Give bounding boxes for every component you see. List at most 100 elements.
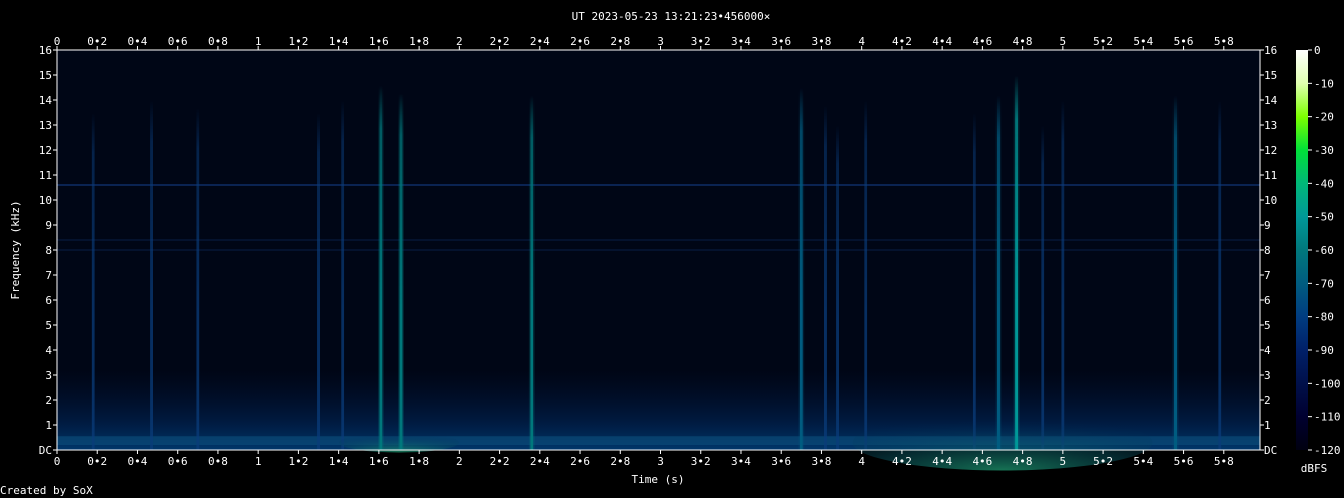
x-tick-label: 1•2 [288, 455, 308, 468]
x-tick-label: 3•6 [771, 35, 791, 48]
colorbar-tick-label: -80 [1314, 311, 1334, 324]
x-tick-label: 5•6 [1174, 455, 1194, 468]
x-tick-label: 0•6 [168, 455, 188, 468]
x-tick-label: 4•6 [972, 35, 992, 48]
x-tick-label: 0•6 [168, 35, 188, 48]
spectrogram-chart: UT 2023-05-23 13:21:23•456000× 0 0•2 0•4 0•… [0, 10, 1341, 497]
y-tick-label: 16 [1264, 44, 1277, 57]
x-tick-label: 4•2 [892, 35, 912, 48]
weak-event [1218, 100, 1222, 450]
x-tick-label: 0 [54, 35, 61, 48]
colorbar-tick-label: -20 [1314, 111, 1334, 124]
x-tick-label: 3•2 [691, 35, 711, 48]
chart-title: UT 2023-05-23 13:21:23•456000× [572, 10, 771, 23]
y-tick-label: 11 [1264, 169, 1277, 182]
x-tick-label: 0•4 [128, 455, 148, 468]
y-tick-label: 2 [1264, 394, 1271, 407]
colorbar-tick-label: -40 [1314, 177, 1334, 190]
weak-event [317, 112, 321, 450]
y-tick-label: 12 [39, 144, 52, 157]
weak-event [823, 105, 827, 450]
x-tick-label: 5•2 [1093, 35, 1113, 48]
y-tick-label: 10 [1264, 194, 1277, 207]
x-tick-label: 5•4 [1133, 35, 1153, 48]
strong-event [799, 87, 803, 450]
x-tick-label: 4•8 [1013, 35, 1033, 48]
strong-event [399, 92, 403, 450]
x-tick-label: 3 [657, 35, 664, 48]
colorbar-tick-label: -100 [1314, 377, 1341, 390]
x-tick-label: 4•2 [892, 455, 912, 468]
strong-event [530, 95, 534, 450]
colorbar-tick-label: -60 [1314, 244, 1334, 257]
x-tick-label: 3•8 [812, 35, 832, 48]
x-tick-label: 1•8 [409, 455, 429, 468]
x-tick-label: 2 [456, 455, 463, 468]
y-tick-label: 14 [39, 94, 53, 107]
x-tick-label: 4 [858, 35, 865, 48]
y-tick-label: 11 [39, 169, 52, 182]
y-axis-label: Frequency (kHz) [9, 200, 22, 299]
y-tick-label: 4 [1264, 344, 1271, 357]
weak-event [1061, 100, 1065, 450]
y-tick-label: 8 [45, 244, 52, 257]
weak-event [1041, 125, 1045, 450]
y-tick-label: 15 [1264, 69, 1277, 82]
x-tick-label: 1•6 [369, 455, 389, 468]
x-tick-label: 1•4 [329, 35, 349, 48]
y-tick-label: 6 [45, 294, 52, 307]
weak-event [341, 100, 345, 450]
strong-event [1174, 95, 1178, 450]
y-tick-label: 3 [45, 369, 52, 382]
y-tick-label: 16 [39, 44, 52, 57]
y-tick-label: 7 [1264, 269, 1271, 282]
strong-event [379, 85, 383, 450]
x-tick-label: 1•2 [288, 35, 308, 48]
x-tick-label: 1 [255, 35, 262, 48]
x-axis-label: Time (s) [632, 473, 685, 486]
y-tick-label: 1 [45, 419, 52, 432]
x-tick-label: 2•4 [530, 455, 550, 468]
y-tick-label: 12 [1264, 144, 1277, 157]
y-tick-label: 13 [39, 119, 52, 132]
x-tick-label: 0•2 [87, 35, 107, 48]
x-tick-label: 5 [1060, 35, 1067, 48]
colorbar-tick-label: -90 [1314, 344, 1334, 357]
x-tick-label: 2•2 [490, 35, 510, 48]
x-tick-label: 1 [255, 455, 262, 468]
colorbar-tick-label: 0 [1314, 44, 1321, 57]
x-tick-label: 0 [54, 455, 61, 468]
x-tick-label: 5•8 [1214, 455, 1234, 468]
y-tick-label: 4 [45, 344, 52, 357]
y-tick-label: 7 [45, 269, 52, 282]
x-tick-label: 5•2 [1093, 455, 1113, 468]
y-tick-label: 15 [39, 69, 52, 82]
x-tick-label: 4•4 [932, 35, 952, 48]
x-tick-label: 5•4 [1133, 455, 1153, 468]
x-tick-label: 5•6 [1174, 35, 1194, 48]
x-tick-label: 3•6 [771, 455, 791, 468]
x-tick-label: 1•6 [369, 35, 389, 48]
colorbar-tick-label: -30 [1314, 144, 1334, 157]
x-tick-label: 1•8 [409, 35, 429, 48]
colorbar-tick-label: -110 [1314, 411, 1341, 424]
x-tick-label: 2 [456, 35, 463, 48]
x-tick-label: 3•4 [731, 455, 751, 468]
x-tick-label: 2•8 [610, 35, 630, 48]
y-tick-label: 1 [1264, 419, 1271, 432]
strong-event [996, 95, 1000, 450]
x-tick-label: 3•8 [812, 455, 832, 468]
colorbar-tick-label: -10 [1314, 77, 1334, 90]
x-tick-label: 0•4 [128, 35, 148, 48]
x-tick-label: 4•4 [932, 455, 952, 468]
colorbar [1296, 50, 1308, 450]
x-tick-label: 4•6 [972, 455, 992, 468]
x-tick-label: 4•8 [1013, 455, 1033, 468]
weak-event [972, 112, 976, 450]
x-tick-label: 4 [858, 455, 865, 468]
x-tick-label: 2•6 [570, 455, 590, 468]
x-tick-label: 0•8 [208, 455, 228, 468]
weak-event [864, 100, 868, 450]
x-tick-label: 5•8 [1214, 35, 1234, 48]
x-tick-label: 2•8 [610, 455, 630, 468]
